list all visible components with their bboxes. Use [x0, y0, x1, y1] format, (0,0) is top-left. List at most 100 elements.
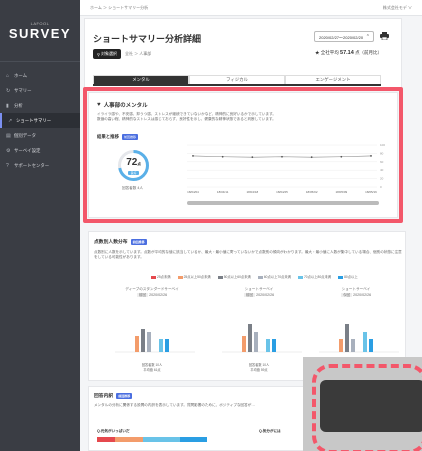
sidebar-item-support[interactable]: ? サポートセンター [0, 158, 80, 173]
score-label: 全社平均 [320, 50, 339, 55]
x-tick-label: 18/05/02 [306, 190, 318, 194]
status-badge: 良好 [128, 171, 139, 175]
group-date: 2020/02/26 [256, 293, 275, 297]
sidebar-item-home[interactable]: ⌂ ホーム [0, 68, 80, 83]
mental-desc-line2: 数値の高い程、精神的なストレスは感じておらず、良好性を示し、健康的な精神状態であ… [97, 117, 276, 121]
data-point[interactable] [340, 155, 343, 158]
gauge-score-unit: 点 [137, 162, 141, 166]
sidebar-item-short-summary[interactable]: ↗ ショートサマリー [0, 113, 80, 128]
y-tick-label: 40 [380, 168, 384, 172]
distribution-description: 点数別に人数を示しています。点数が平均的な値に該当しているか、最大・最小値に寄っ… [94, 250, 402, 259]
group-bars [319, 324, 399, 353]
data-point[interactable] [310, 156, 313, 159]
answers-badge[interactable]: 前回推移 [116, 392, 133, 399]
question-icon: ? [6, 162, 9, 169]
date-range-value: 2020/02/27〜2020/02/20 [319, 35, 364, 40]
tab-physical[interactable]: フィジカル [189, 75, 285, 84]
gauge-score: 72点 [117, 157, 150, 168]
date-range-select[interactable]: 2020/02/27〜2020/02/20 ⌃ [314, 31, 374, 42]
legend-swatch [151, 275, 156, 279]
group-average: 平均値 61点 [143, 368, 161, 372]
sidebar-item-label: ホーム [14, 72, 28, 78]
legend-label: 25点未満 [157, 275, 171, 279]
sidebar-item-label: サポートセンター [14, 162, 50, 168]
logo[interactable]: LAFOOL SURVEY [0, 0, 80, 62]
legend-swatch [297, 275, 303, 279]
x-tick-label: 18/04/04 [187, 190, 199, 194]
legend-label: 80点以上 [344, 275, 358, 279]
chart-scrollbar[interactable] [187, 201, 379, 205]
group-tag: 前回 [136, 293, 149, 297]
group-tag: 前回 [243, 293, 256, 297]
answer-bar-1 [97, 437, 207, 442]
legend-label: 50点以上60点未満 [223, 275, 251, 279]
legend-item: 80点以上 [338, 274, 358, 279]
sidebar-item-label: 分析 [14, 102, 23, 108]
legend-label: 25点以上50点未満 [183, 275, 211, 279]
target-breadcrumb: 全社 ＞ 人事部 [125, 51, 152, 56]
group-bars [222, 324, 302, 353]
sidebar-item-label: サマリー [14, 87, 32, 93]
distribution-title-text: 点数別人数分布 [94, 240, 128, 245]
trend-line-chart: 100 80 60 40 20 0 18/04/04 18/04/11 18/04/18 18/0… [187, 143, 385, 194]
chevron-down-icon: ⌃ [365, 34, 370, 40]
breadcrumb[interactable]: ホーム ＞ ショートサマリー分析 [90, 5, 148, 11]
legend-item: 60点以上70点未満 [257, 274, 291, 279]
data-point[interactable] [370, 155, 372, 157]
sidebar-item-analysis[interactable]: ▮ 分析 [0, 98, 80, 113]
answers-title-text: 回答内訳 [94, 394, 114, 399]
gauge-score-value: 72 [126, 157, 138, 168]
data-point[interactable] [221, 155, 224, 158]
distribution-group-2: ショートサーベイ 前回 2020/02/26 回答者数 10人 平均値 59点 [214, 287, 304, 377]
gear-icon: ⚙ [6, 147, 11, 154]
topbar: ホーム ＞ ショートサマリー分析 株式会社モデ ∨ [80, 0, 422, 16]
question-1: Q.元気がいっぱいだ [97, 429, 130, 433]
y-tick-label: 0 [380, 185, 382, 189]
category-tabs: メンタル フィジカル エンゲージメント [93, 75, 381, 86]
mental-title-text: 人事部のメンタル [103, 103, 148, 109]
chart-scroll-thumb[interactable] [187, 201, 379, 205]
company-average-score: ★ 全社平均 57.14 点（前月比） [315, 50, 382, 56]
trend-badge[interactable]: 前回推移 [121, 134, 138, 140]
x-tick-label: 18/05/16 [365, 190, 377, 194]
x-tick-label: 18/04/18 [246, 190, 258, 194]
app-window: LAFOOL SURVEY ⌂ ホーム ↻ サマリー ▮ 分析 ↗ ショートサマリー ▤… [0, 0, 422, 451]
line-chart-icon: ↗ [8, 117, 13, 124]
group-title: ショートサーベイ [341, 287, 371, 291]
legend-item: 50点以上60点未満 [217, 274, 251, 279]
distribution-legend: 25点未満 25点以上50点未満 50点以上60点未満 60点以上70点未満 7… [151, 274, 358, 279]
score-suffix: 点（前月比） [355, 50, 383, 55]
header-card: ショートサマリー分析詳細 2020/02/27〜2020/02/20 ⌃ ⚲ 対象… [84, 18, 402, 88]
tab-engagement[interactable]: エンゲージメント [285, 75, 381, 84]
y-tick-label: 100 [380, 143, 385, 147]
bar-chart-icon: ▮ [6, 102, 9, 109]
group-average: 平均値 59点 [250, 368, 268, 372]
answers-title: 回答内訳 前回推移 [94, 392, 133, 399]
y-tick-label: 20 [380, 177, 384, 181]
legend-label: 70点以上80点未満 [303, 275, 332, 279]
search-icon: ⚲ [97, 51, 100, 57]
x-tick-label: 18/04/25 [276, 190, 288, 194]
data-point[interactable] [281, 155, 283, 158]
sidebar-item-survey-settings[interactable]: ⚙ サーベイ設定 [0, 143, 80, 158]
legend-item: 70点以上80点未満 [297, 274, 332, 279]
distribution-group-1: ディーブのスタンダードサーベイ 前回 2020/02/26 回答者数 10人 平… [107, 287, 197, 377]
data-point[interactable] [192, 155, 194, 157]
group-title: ショートサーベイ [244, 287, 274, 291]
sidebar-item-individual-data[interactable]: ▤ 個別データ [0, 128, 80, 143]
answers-description: メンタルの分析に関係する設問の内訳を表示しています。質問影響のために、ポジティブ… [94, 403, 255, 407]
star-icon: ★ [315, 50, 320, 55]
data-point[interactable] [251, 156, 254, 159]
sidebar-item-summary[interactable]: ↻ サマリー [0, 83, 80, 98]
distribution-badge[interactable]: 前回推移 [130, 238, 147, 245]
company-selector[interactable]: 株式会社モデ ∨ [383, 5, 412, 11]
tab-mental[interactable]: メンタル [93, 75, 189, 84]
score-gauge: 72点 良好 [117, 149, 150, 182]
sidebar: LAFOOL SURVEY ⌂ ホーム ↻ サマリー ▮ 分析 ↗ ショートサマリー ▤… [0, 0, 80, 451]
print-icon[interactable] [380, 32, 389, 42]
x-tick-label: 18/05/09 [335, 190, 347, 194]
dialog-highlight-frame [312, 364, 422, 451]
select-target-label: 対象選択 [100, 51, 117, 56]
select-target-button[interactable]: ⚲ 対象選択 [93, 49, 121, 59]
sidebar-item-label: サーベイ設定 [14, 147, 41, 153]
